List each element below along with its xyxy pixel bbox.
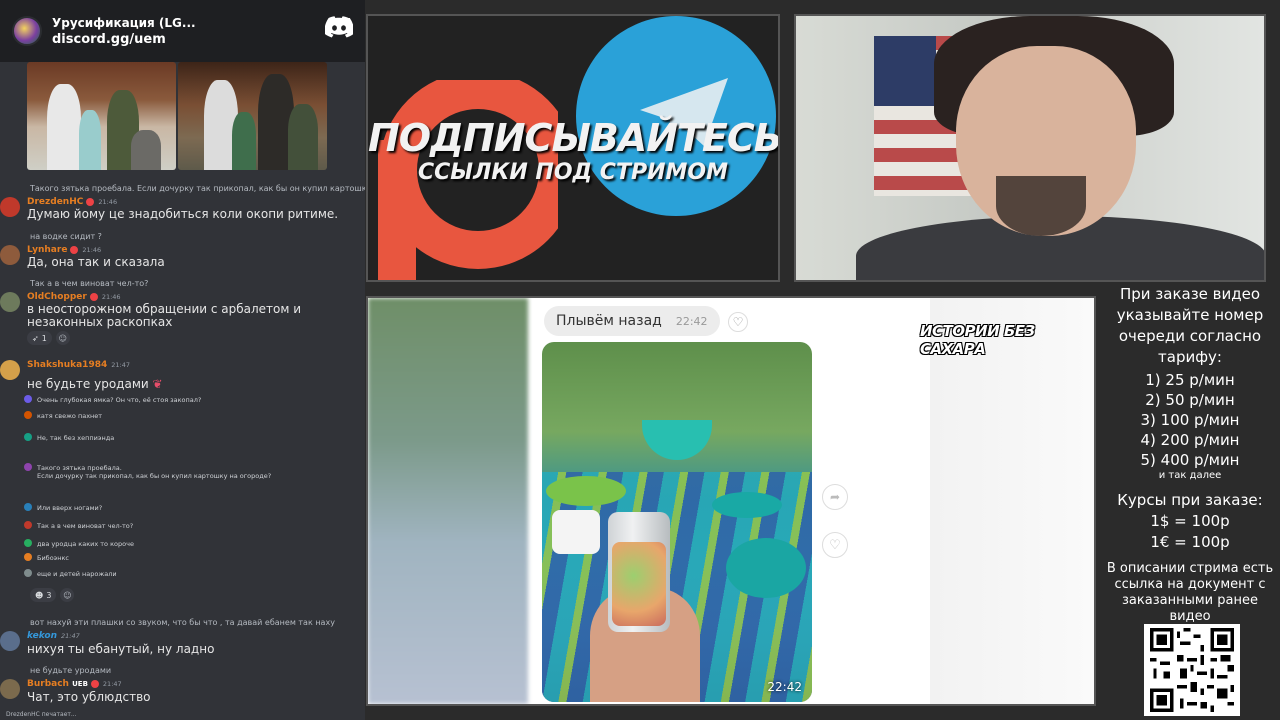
message-text: Плывём назад (556, 313, 662, 329)
role-badge-icon (86, 197, 95, 206)
qr-code[interactable] (1144, 624, 1240, 716)
role-badge-icon (70, 245, 79, 254)
reaction[interactable]: ☻ 3 (30, 588, 57, 602)
reply-preview[interactable]: вот нахуй эти плашки со звуком, что бы ч… (27, 618, 365, 627)
rate-usd: 1$ = 100р (1150, 512, 1230, 530)
message-bubble: Плывём назад 22:42 (544, 306, 720, 336)
share-icon[interactable]: ➦ (822, 484, 848, 510)
main-video: Плывём назад 22:42 ♡ 22:42 ➦ ♡ ИСТОРИИ Б… (366, 296, 1096, 706)
subscribe-banner: ПОДПИСЫВАЙТЕСЬ ССЫЛКИ ПОД СТРИМОМ (366, 14, 780, 282)
discord-logo-icon (325, 16, 353, 38)
message-time: 22:42 (675, 314, 708, 328)
price-tier: 5) 400 р/мин (1140, 451, 1240, 469)
typing-indicator: DrezdenHC печатает... (6, 711, 77, 718)
price-tier: 2) 50 р/мин (1145, 391, 1235, 409)
reply-preview[interactable]: на водке сидит ? (27, 232, 365, 241)
attached-photo[interactable] (178, 62, 327, 170)
etc-note: и так далее (1158, 470, 1222, 481)
avatar[interactable] (0, 360, 20, 380)
add-reaction-icon[interactable]: ☺ (60, 588, 75, 602)
message-text: не будьте уродами ❦ (27, 377, 163, 391)
links-subtitle: ССЫЛКИ ПОД СТРИМОМ (418, 160, 728, 185)
message-text: Думаю йому це знадобиться коли окопи рит… (27, 207, 339, 221)
server-icon (12, 16, 42, 46)
description-note: В описании стрима есть ссылка на докумен… (1106, 561, 1274, 624)
server-name: Урусификация (LG... (52, 15, 196, 30)
message-text: в неосторожном обращении с арбалетом и н… (27, 302, 302, 329)
add-reaction-icon[interactable]: ☺ (55, 331, 70, 345)
reply-preview[interactable]: не будьте уродами (27, 666, 365, 675)
username[interactable]: OldChopper 21:46 (27, 292, 121, 302)
ghost-emoji-icon: ❦ (152, 377, 163, 391)
reactions: ➶ 1 ☺ (27, 331, 70, 345)
webcam-feed (794, 14, 1266, 282)
price-tier: 4) 200 р/мин (1140, 431, 1240, 449)
price-tier: 3) 100 р/мин (1140, 411, 1240, 429)
server-header[interactable]: Урусификация (LG... discord.gg/uem (0, 0, 365, 62)
order-instructions: При заказе видео указывайте номер очеред… (1116, 285, 1264, 366)
avatar[interactable] (0, 197, 20, 217)
blurred-background (930, 298, 1094, 704)
emoji-icon: ☻ (35, 590, 44, 600)
username[interactable]: kekon 21:47 (27, 631, 80, 641)
username[interactable]: Shakshuka1984 21:47 (27, 360, 130, 370)
rate-eur: 1€ = 100р (1150, 533, 1230, 551)
blurred-background (368, 298, 528, 704)
price-tier: 1) 25 р/мин (1145, 371, 1235, 389)
avatar[interactable] (0, 679, 20, 699)
qr-code-icon (1150, 628, 1234, 712)
username[interactable]: Burbach UEB 21:47 (27, 679, 122, 689)
message-text: Да, она так и сказала (27, 255, 165, 269)
message-text: Чат, это ублюдство (27, 690, 151, 704)
price-tiers: 1) 25 р/мин 2) 50 р/мин 3) 100 р/мин 4) … (1100, 370, 1280, 470)
arrow-emoji-icon: ➶ (32, 333, 39, 343)
like-icon[interactable]: ♡ (822, 532, 848, 558)
attached-photo[interactable] (27, 62, 176, 170)
reply-preview[interactable]: Такого зятька проебала. Если дочурку так… (27, 184, 365, 193)
reply-preview[interactable]: Так а в чем виноват чел-то? (27, 279, 365, 288)
like-icon[interactable]: ♡ (728, 312, 748, 332)
avatar[interactable] (0, 292, 20, 312)
username[interactable]: DrezdenHC 21:46 (27, 197, 117, 207)
rates-title: Курсы при заказе: (1117, 491, 1263, 509)
reaction[interactable]: ➶ 1 (27, 331, 52, 345)
channel-watermark: ИСТОРИИ БЕЗ САХАРА (920, 322, 1035, 358)
avatar[interactable] (0, 631, 20, 651)
username[interactable]: Lynhare 21:46 (27, 245, 101, 255)
role-badge-icon (90, 679, 99, 688)
shared-photos[interactable] (27, 62, 327, 172)
reactions: ☻ 3 ☺ (30, 588, 75, 602)
message-text: нихуя ты ебанутый, ну ладно (27, 642, 215, 656)
stream-layout: Урусификация (LG... discord.gg/uem Таког… (0, 0, 1280, 720)
order-info-panel: При заказе видео указывайте номер очеред… (1100, 284, 1280, 720)
discord-chat-panel: Урусификация (LG... discord.gg/uem Таког… (0, 0, 365, 720)
avatar[interactable] (0, 245, 20, 265)
subscribe-title: ПОДПИСЫВАЙТЕСЬ (368, 116, 780, 160)
picnic-photo[interactable]: 22:42 (542, 342, 812, 702)
server-invite[interactable]: discord.gg/uem (52, 32, 196, 47)
photo-time: 22:42 (767, 680, 802, 694)
role-badge-icon (89, 292, 98, 301)
